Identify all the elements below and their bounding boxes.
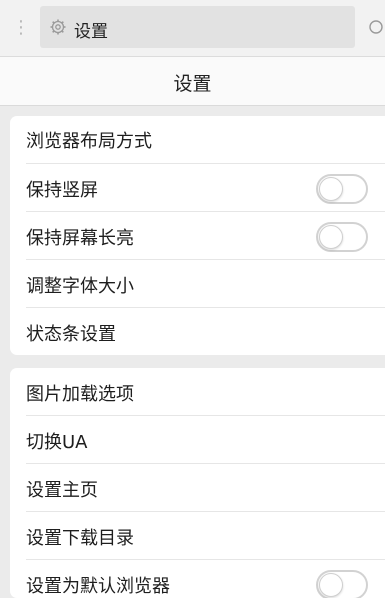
default-browser-toggle[interactable] — [316, 570, 368, 598]
setting-label: 设置为默认浏览器 — [26, 576, 170, 597]
keep-screen-on-toggle[interactable] — [316, 222, 368, 252]
settings-group-display: 浏览器布局方式 保持竖屏 保持屏幕长亮 调整字体大小 状态条设置 — [10, 116, 385, 355]
setting-label: 调整字体大小 — [26, 276, 134, 297]
setting-browser-layout[interactable]: 浏览器布局方式 — [26, 116, 385, 164]
setting-label: 设置下载目录 — [26, 528, 134, 549]
setting-label: 状态条设置 — [26, 324, 116, 345]
page-header: 设置 — [0, 57, 385, 106]
browser-toolbar: ⋮ 设置 — [0, 0, 385, 57]
setting-label: 切换UA — [26, 432, 88, 453]
setting-label: 设置主页 — [26, 480, 98, 501]
gear-icon — [50, 19, 66, 35]
page-title: 设置 — [173, 73, 212, 95]
setting-keep-screen-on[interactable]: 保持屏幕长亮 — [26, 212, 385, 260]
settings-group-general: 图片加载选项 切换UA 设置主页 设置下载目录 设置为默认浏览器 — [10, 368, 385, 598]
setting-home-page[interactable]: 设置主页 — [26, 464, 385, 512]
setting-font-size[interactable]: 调整字体大小 — [26, 260, 385, 308]
setting-image-loading[interactable]: 图片加载选项 — [26, 368, 385, 416]
toggle-knob — [319, 177, 343, 201]
keep-portrait-toggle[interactable] — [316, 174, 368, 204]
refresh-icon[interactable] — [368, 19, 384, 35]
setting-label: 保持屏幕长亮 — [26, 228, 134, 249]
toggle-knob — [319, 225, 343, 249]
setting-switch-ua[interactable]: 切换UA — [26, 416, 385, 464]
setting-keep-portrait[interactable]: 保持竖屏 — [26, 164, 385, 212]
tab-title: 设置 — [74, 22, 108, 42]
setting-label: 保持竖屏 — [26, 180, 98, 201]
setting-status-bar[interactable]: 状态条设置 — [26, 308, 385, 355]
more-vertical-icon[interactable]: ⋮ — [12, 17, 30, 39]
setting-default-browser[interactable]: 设置为默认浏览器 — [26, 560, 385, 598]
setting-label: 浏览器布局方式 — [26, 131, 152, 152]
setting-download-dir[interactable]: 设置下载目录 — [26, 512, 385, 560]
tab-settings[interactable]: 设置 — [40, 6, 355, 48]
toggle-knob — [319, 573, 343, 597]
setting-label: 图片加载选项 — [26, 384, 134, 405]
